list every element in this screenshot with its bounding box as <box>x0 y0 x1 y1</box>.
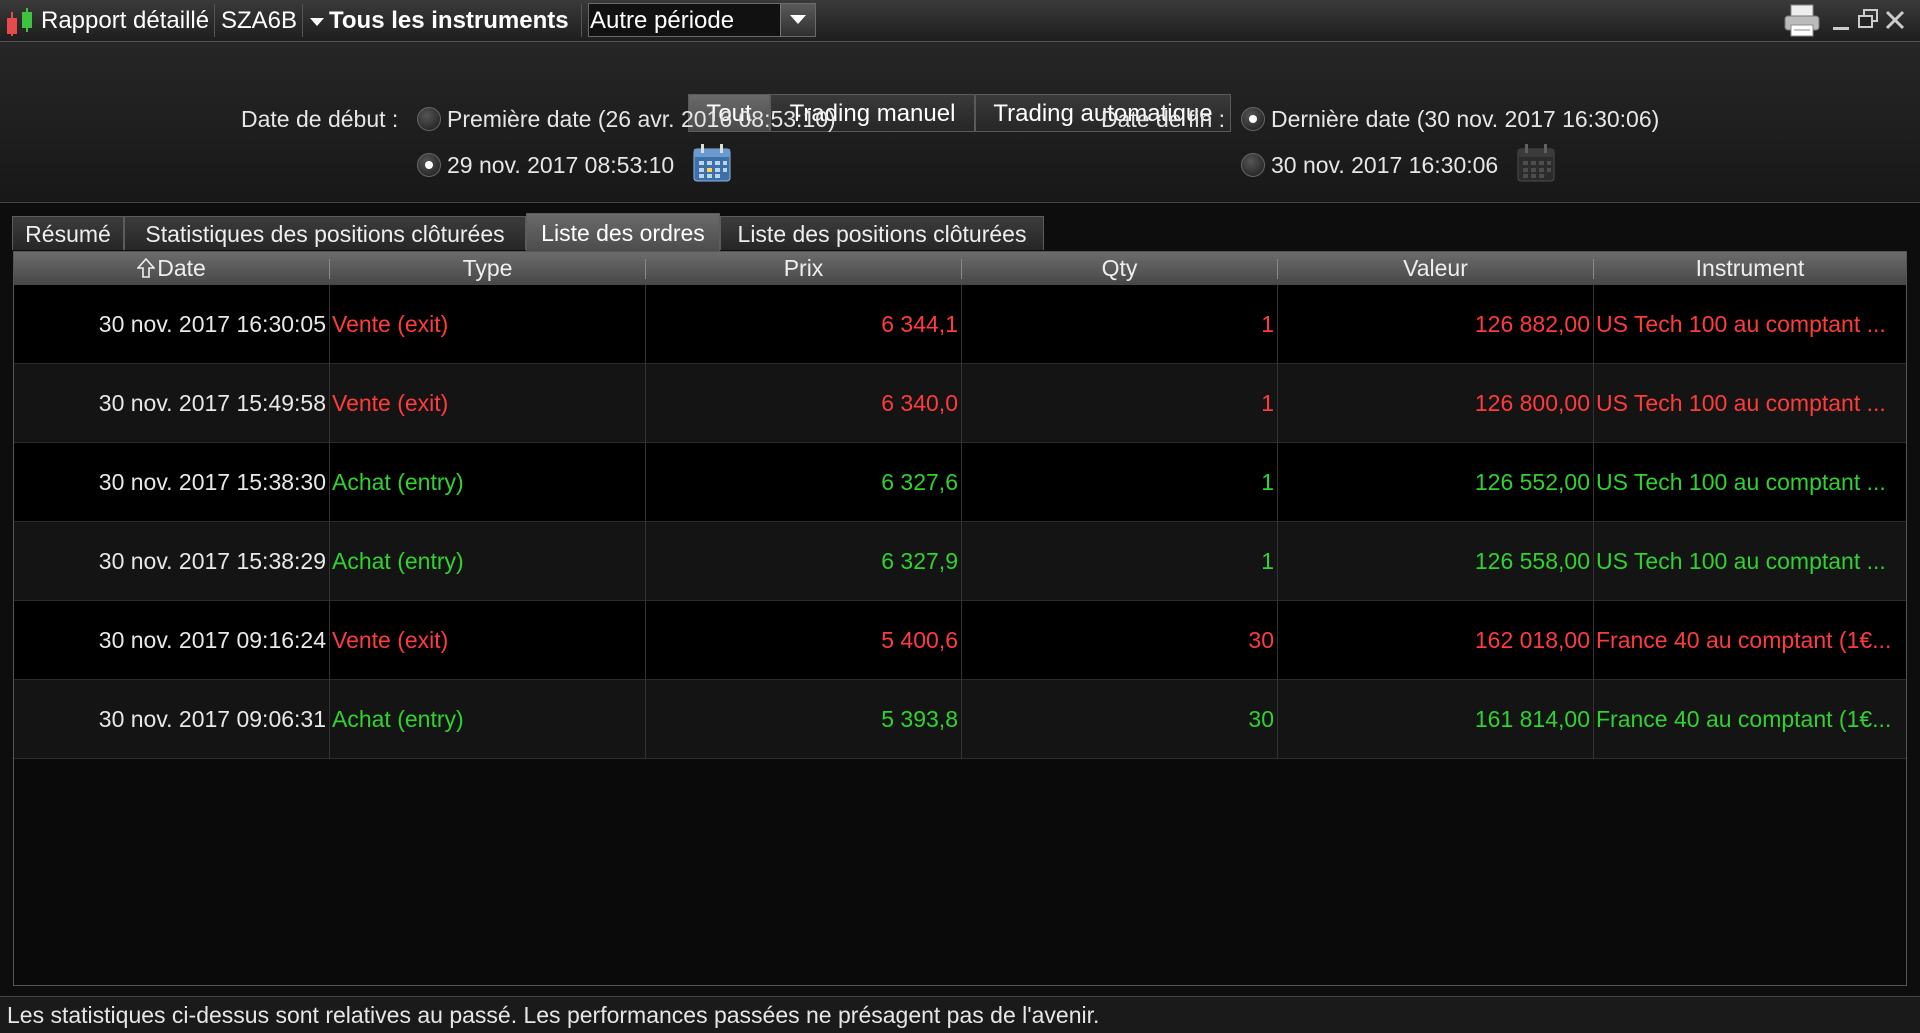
custom-start-date: 29 nov. 2017 08:53:10 <box>447 152 675 178</box>
table-row[interactable]: 30 nov. 2017 15:38:29 Achat (entry) 6 327,… <box>14 522 1906 601</box>
cell-value: 162 018,00 <box>1474 627 1590 653</box>
column-header-type[interactable]: Type <box>330 252 645 285</box>
cell-price: 6 340,0 <box>881 390 958 416</box>
cell-qty: 1 <box>1261 548 1274 574</box>
column-header-price[interactable]: Prix <box>646 252 961 285</box>
cell-price: 6 327,6 <box>881 469 958 495</box>
cell-type: Vente (exit) <box>332 390 449 416</box>
cell-instrument: US Tech 100 au comptant ... <box>1596 390 1886 416</box>
account-id[interactable]: SZA6B <box>221 0 297 41</box>
column-header-value[interactable]: Valeur <box>1278 252 1593 285</box>
column-header-qty[interactable]: Qty <box>962 252 1277 285</box>
column-header-date[interactable]: Date <box>14 252 329 285</box>
cell-value: 126 558,00 <box>1474 548 1590 574</box>
cell-instrument: US Tech 100 au comptant ... <box>1596 311 1886 337</box>
cell-date: 30 nov. 2017 16:30:05 <box>98 311 326 337</box>
column-header-instrument[interactable]: Instrument <box>1594 252 1906 285</box>
cell-date: 30 nov. 2017 15:49:58 <box>98 390 326 416</box>
cell-price: 5 393,8 <box>881 706 958 732</box>
orders-table: Date Type Prix Qty Valeur Instrument 30 … <box>13 251 1907 986</box>
cell-date: 30 nov. 2017 15:38:30 <box>98 469 326 495</box>
cell-value: 161 814,00 <box>1474 706 1590 732</box>
cell-type: Achat (entry) <box>332 548 464 574</box>
end-date-label: Date de fin : <box>1101 106 1226 132</box>
candlestick-logo-icon <box>7 8 32 36</box>
last-date-radio[interactable] <box>1241 107 1265 131</box>
start-date-label: Date de début : <box>241 106 399 132</box>
cell-date: 30 nov. 2017 09:06:31 <box>98 706 326 732</box>
first-date-radio[interactable] <box>417 107 441 131</box>
cell-value: 126 800,00 <box>1474 390 1590 416</box>
cell-qty: 1 <box>1261 311 1274 337</box>
title-bar: Rapport détaillé SZA6B Tous les instrume… <box>0 0 1920 42</box>
table-row[interactable]: 30 nov. 2017 15:49:58 Vente (exit) 6 340,0… <box>14 364 1906 443</box>
cell-value: 126 882,00 <box>1474 311 1590 337</box>
cell-value: 126 552,00 <box>1474 469 1590 495</box>
cell-qty: 30 <box>1248 627 1274 653</box>
cell-instrument: France 40 au comptant (1€... <box>1596 706 1892 732</box>
cell-price: 5 400,6 <box>881 627 958 653</box>
instruments-label: Tous les instruments <box>329 7 569 34</box>
disclaimer-bar: Les statistiques ci-dessus sont relative… <box>0 996 1920 1033</box>
period-value: Autre période <box>590 7 735 34</box>
cell-qty: 1 <box>1261 469 1274 495</box>
period-dropdown-button[interactable] <box>780 4 815 36</box>
custom-end-date: 30 nov. 2017 16:30:06 <box>1271 152 1499 178</box>
period-select[interactable]: Autre période <box>588 3 816 37</box>
chevron-down-icon <box>790 15 806 24</box>
tab-closed-position-list[interactable]: Liste des positions clôturées <box>720 216 1044 250</box>
calendar-icon[interactable] <box>692 143 732 183</box>
restore-icon[interactable] <box>1857 8 1879 30</box>
cell-price: 6 327,9 <box>881 548 958 574</box>
cell-type: Achat (entry) <box>332 706 464 732</box>
cell-date: 30 nov. 2017 09:16:24 <box>98 627 326 653</box>
table-row[interactable]: 30 nov. 2017 09:06:31 Achat (entry) 5 393,… <box>14 680 1906 759</box>
print-icon[interactable] <box>1783 3 1823 39</box>
disclaimer-text: Les statistiques ci-dessus sont relative… <box>7 1002 1100 1028</box>
tab-order-list[interactable]: Liste des ordres <box>526 213 720 251</box>
cell-type: Achat (entry) <box>332 469 464 495</box>
table-row[interactable]: 30 nov. 2017 16:30:05 Vente (exit) 6 344,1… <box>14 285 1906 364</box>
cell-qty: 30 <box>1248 706 1274 732</box>
instruments-selector[interactable]: Tous les instruments <box>309 0 569 41</box>
date-header-label: Date <box>157 255 206 281</box>
custom-start-radio[interactable] <box>417 153 441 177</box>
cell-price: 6 344,1 <box>881 311 958 337</box>
custom-end-radio[interactable] <box>1241 153 1265 177</box>
cell-qty: 1 <box>1261 390 1274 416</box>
calendar-icon[interactable] <box>1516 143 1556 183</box>
table-header: Date Type Prix Qty Valeur Instrument <box>14 252 1906 286</box>
last-date-label: Dernière date (30 nov. 2017 16:30:06) <box>1271 106 1660 132</box>
tab-closed-position-stats[interactable]: Statistiques des positions clôturées <box>124 216 526 250</box>
table-row[interactable]: 30 nov. 2017 09:16:24 Vente (exit) 5 400,6… <box>14 601 1906 680</box>
first-date-label: Première date (26 avr. 2016 08:53:10) <box>447 106 836 132</box>
sort-ascending-icon <box>136 257 156 278</box>
cell-type: Vente (exit) <box>332 311 449 337</box>
tab-summary[interactable]: Résumé <box>12 216 124 250</box>
cell-instrument: France 40 au comptant (1€... <box>1596 627 1892 653</box>
table-row[interactable]: 30 nov. 2017 15:38:30 Achat (entry) 6 327,… <box>14 443 1906 522</box>
close-icon[interactable] <box>1883 8 1907 32</box>
cell-instrument: US Tech 100 au comptant ... <box>1596 548 1886 574</box>
filter-panel: Tout Trading manuel Trading automatique … <box>0 42 1920 203</box>
cell-date: 30 nov. 2017 15:38:29 <box>98 548 326 574</box>
cell-instrument: US Tech 100 au comptant ... <box>1596 469 1886 495</box>
dropdown-arrow-icon <box>310 17 324 26</box>
minimize-icon[interactable] <box>1831 10 1851 32</box>
report-title: Rapport détaillé <box>41 7 210 34</box>
cell-type: Vente (exit) <box>332 627 449 653</box>
